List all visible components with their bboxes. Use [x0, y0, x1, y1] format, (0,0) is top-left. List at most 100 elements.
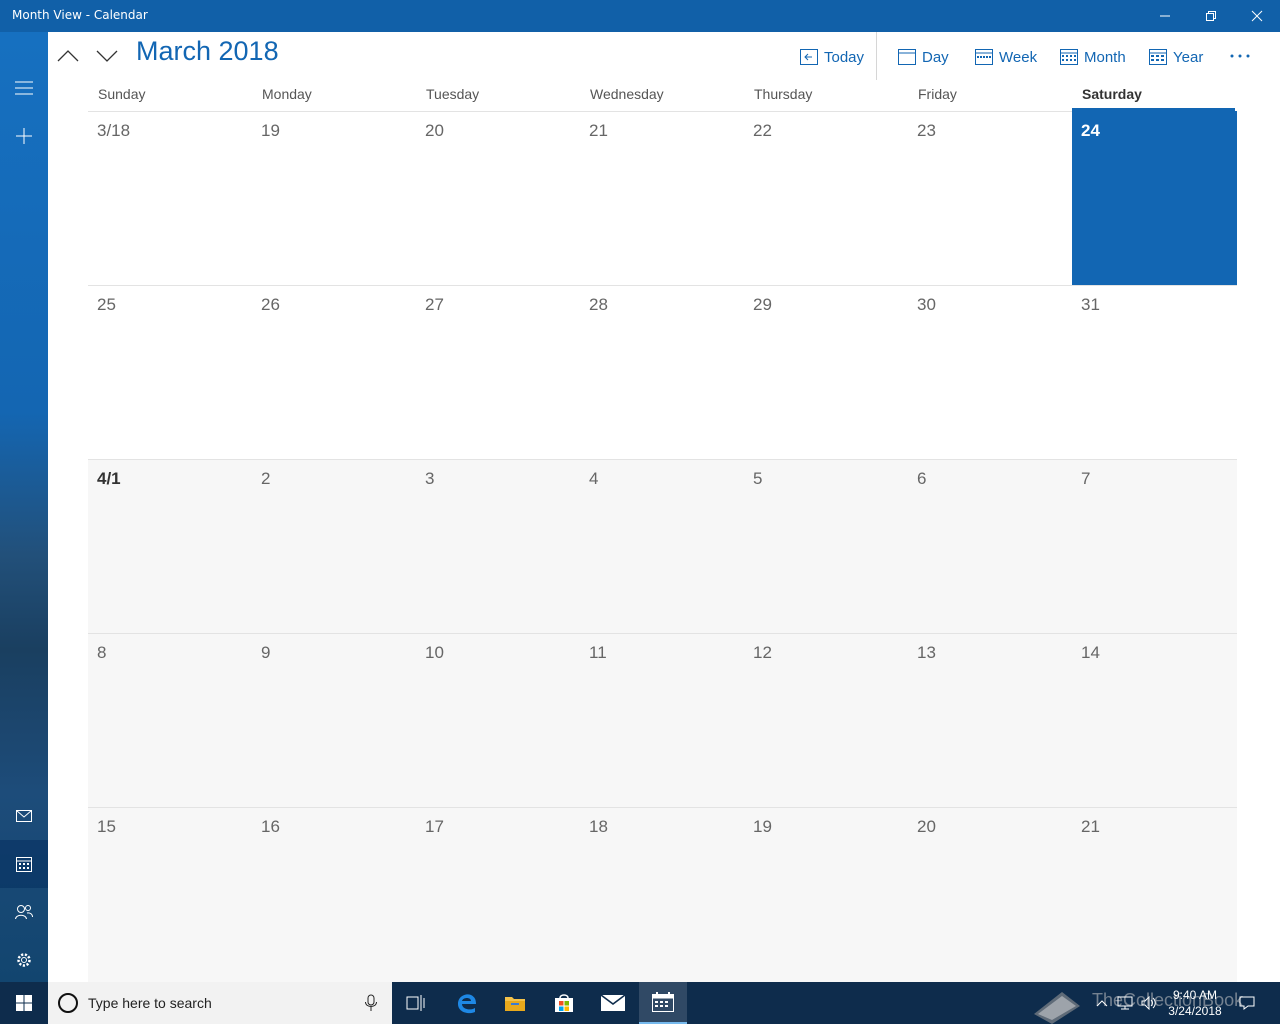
day-cell[interactable]: 26 [252, 285, 416, 459]
day-number: 16 [261, 817, 280, 836]
day-number: 20 [425, 121, 444, 140]
settings-button[interactable] [0, 936, 48, 984]
day-number: 12 [753, 643, 772, 662]
new-event-button[interactable] [0, 112, 48, 160]
day-cell[interactable]: 18 [580, 807, 744, 982]
day-number: 7 [1081, 469, 1091, 488]
day-cell[interactable]: 31 [1072, 285, 1237, 459]
chevron-up-small-icon [1096, 1000, 1108, 1007]
today-label: Today [824, 48, 865, 66]
day-label: Day [922, 48, 949, 66]
day-cell[interactable]: 9 [252, 633, 416, 807]
month-view-button[interactable]: Month [1060, 46, 1126, 68]
start-button[interactable] [0, 982, 48, 1024]
today-button[interactable]: Today [800, 46, 864, 68]
day-number: 4/1 [97, 469, 121, 488]
book-logo-icon [1034, 992, 1080, 1024]
day-cell[interactable]: 20 [416, 111, 580, 285]
people-button[interactable] [0, 888, 48, 936]
task-view-button[interactable] [392, 982, 440, 1024]
day-cell[interactable]: 29 [744, 285, 908, 459]
calendar-app-button[interactable] [639, 982, 687, 1024]
weekday-header: Sunday Monday Tuesday Wednesday Thursday… [88, 84, 1237, 108]
month-title[interactable]: March 2018 [136, 36, 279, 67]
day-cell[interactable]: 25 [88, 285, 252, 459]
day-cell[interactable]: 12 [744, 633, 908, 807]
mail-envelope-icon [601, 994, 625, 1011]
day-number: 14 [1081, 643, 1100, 662]
day-view-button[interactable]: Day [898, 46, 949, 68]
task-view-icon [406, 995, 425, 1011]
speaker-icon [1141, 996, 1156, 1010]
taskbar-search-box[interactable]: Type here to search [48, 982, 392, 1024]
calendar-icon [16, 857, 32, 872]
show-hidden-icons-button[interactable] [1092, 982, 1112, 1024]
day-cell[interactable]: 14 [1072, 633, 1237, 807]
day-cell[interactable]: 2 [252, 459, 416, 633]
next-month-button[interactable] [89, 40, 125, 72]
year-view-button[interactable]: Year [1149, 46, 1203, 68]
day-number: 24 [1081, 121, 1100, 140]
day-cell[interactable]: 19 [252, 111, 416, 285]
day-number: 21 [589, 121, 608, 140]
day-cell[interactable]: 19 [744, 807, 908, 982]
close-button[interactable] [1234, 0, 1280, 32]
day-number: 31 [1081, 295, 1100, 314]
day-cell[interactable]: 20 [908, 807, 1072, 982]
mail-app-button[interactable] [589, 982, 637, 1024]
title-bar: Month View - Calendar [0, 0, 1280, 32]
day-cell[interactable]: 21 [580, 111, 744, 285]
day-cell[interactable]: 8 [88, 633, 252, 807]
calendar-button[interactable] [0, 840, 48, 888]
chevron-down-icon [96, 50, 118, 62]
weekday-label: Wednesday [590, 86, 664, 102]
day-cell[interactable]: 21 [1072, 807, 1237, 982]
day-cell[interactable]: 15 [88, 807, 252, 982]
network-button[interactable] [1114, 982, 1136, 1024]
more-options-button[interactable] [1228, 46, 1252, 66]
day-cell[interactable]: 4 [580, 459, 744, 633]
day-number: 3 [425, 469, 435, 488]
calendar-header: March 2018 Today Day Week Month Year [48, 32, 1280, 82]
day-view-icon [898, 49, 916, 65]
day-number: 13 [917, 643, 936, 662]
weekday-label: Monday [262, 86, 312, 102]
day-cell[interactable]: 4/1 [88, 459, 252, 633]
mail-button[interactable] [0, 792, 48, 840]
day-cell[interactable]: 16 [252, 807, 416, 982]
day-cell[interactable]: 22 [744, 111, 908, 285]
week-view-button[interactable]: Week [975, 46, 1037, 68]
day-cell[interactable]: 6 [908, 459, 1072, 633]
action-center-button[interactable] [1236, 982, 1258, 1024]
day-cell[interactable]: 30 [908, 285, 1072, 459]
microphone-icon[interactable] [364, 994, 378, 1012]
weekday-label: Sunday [98, 86, 146, 102]
restore-button[interactable] [1188, 0, 1234, 32]
volume-button[interactable] [1138, 982, 1160, 1024]
day-cell[interactable]: 17 [416, 807, 580, 982]
day-cell[interactable]: 5 [744, 459, 908, 633]
day-cell[interactable]: 3/18 [88, 111, 252, 285]
day-cell[interactable]: 27 [416, 285, 580, 459]
minimize-button[interactable] [1142, 0, 1188, 32]
day-number: 27 [425, 295, 444, 314]
day-cell[interactable]: 3 [416, 459, 580, 633]
file-explorer-button[interactable] [491, 982, 539, 1024]
day-cell-today[interactable]: 24 [1072, 111, 1237, 285]
people-icon [15, 905, 33, 920]
day-number: 11 [589, 643, 607, 662]
gear-icon [17, 953, 31, 967]
taskbar-clock[interactable]: 9:40 AM 3/24/2018 [1160, 987, 1230, 1019]
day-number: 19 [261, 121, 280, 140]
day-cell[interactable]: 13 [908, 633, 1072, 807]
day-number: 23 [917, 121, 936, 140]
edge-browser-button[interactable] [443, 982, 491, 1024]
day-cell[interactable]: 7 [1072, 459, 1237, 633]
hamburger-menu-button[interactable] [0, 64, 48, 112]
day-cell[interactable]: 10 [416, 633, 580, 807]
day-cell[interactable]: 28 [580, 285, 744, 459]
day-cell[interactable]: 23 [908, 111, 1072, 285]
store-button[interactable] [540, 982, 588, 1024]
previous-month-button[interactable] [50, 40, 86, 72]
day-cell[interactable]: 11 [580, 633, 744, 807]
